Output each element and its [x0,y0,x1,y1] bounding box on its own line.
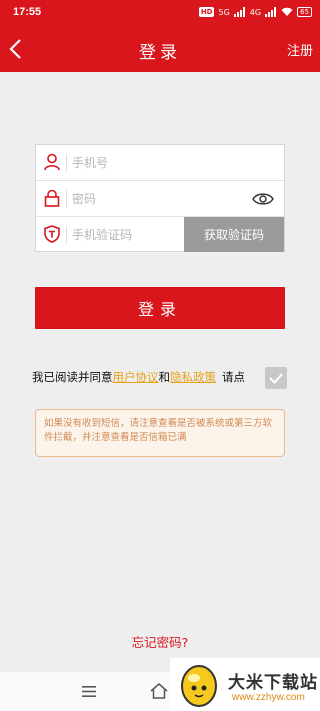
phone-input[interactable] [72,151,212,175]
shield-icon [44,225,60,243]
agreement-checkbox[interactable] [265,367,287,389]
code-row: 获取验证码 [36,217,284,253]
user-icon [44,153,60,171]
status-bar: 17:55 HD 5G 4G 65 [0,0,320,26]
home-icon[interactable] [150,683,168,699]
status-icons: HD 5G 4G 65 [198,7,312,17]
top-nav-bar: 登录 注册 [0,26,320,72]
divider [66,154,67,172]
phone-row [36,145,284,181]
page-title: 登录 [139,43,181,63]
login-form: 获取验证码 [35,144,285,252]
login-button[interactable]: 登录 [35,287,285,329]
verification-code-input[interactable] [72,223,172,247]
wifi-icon [281,7,293,16]
rice-logo-icon [181,665,217,707]
watermark: 大米下载站 www.zzhyw.com [170,658,320,711]
privacy-policy-link[interactable]: 隐私政策 [170,370,216,384]
watermark-url: www.zzhyw.com [232,692,305,703]
forgot-password-link[interactable]: 忘记密码? [0,632,320,651]
sms-notice: 如果没有收到短信，请注意查看是否被系统或第三方软件拦截，并注意查看是否信箱已满 [35,409,285,457]
signal-icon [233,7,245,17]
agreement-row: 我已阅读并同意用户协议和隐私政策 请点 [32,367,292,389]
agreement-and: 和 [158,370,171,384]
network-5g-label: 5G [218,7,230,17]
check-icon [269,373,283,384]
lock-icon [44,189,60,207]
hd-badge: HD [198,7,215,17]
divider [66,190,67,208]
network-4g-label: 4G [249,7,262,17]
password-input[interactable] [72,187,212,211]
agreement-prefix: 我已阅读并同意 [32,370,113,384]
status-time: 17:55 [13,6,42,18]
menu-icon[interactable] [82,686,96,697]
agreement-suffix: 请点 [222,370,245,384]
signal-icon-2 [265,7,277,17]
user-agreement-link[interactable]: 用户协议 [113,370,159,384]
battery-icon: 65 [297,7,312,17]
get-code-button[interactable]: 获取验证码 [184,217,284,252]
password-row [36,181,284,217]
divider [66,226,67,244]
watermark-title: 大米下载站 [228,673,318,693]
eye-icon[interactable] [252,191,274,207]
register-link[interactable]: 注册 [287,40,313,59]
